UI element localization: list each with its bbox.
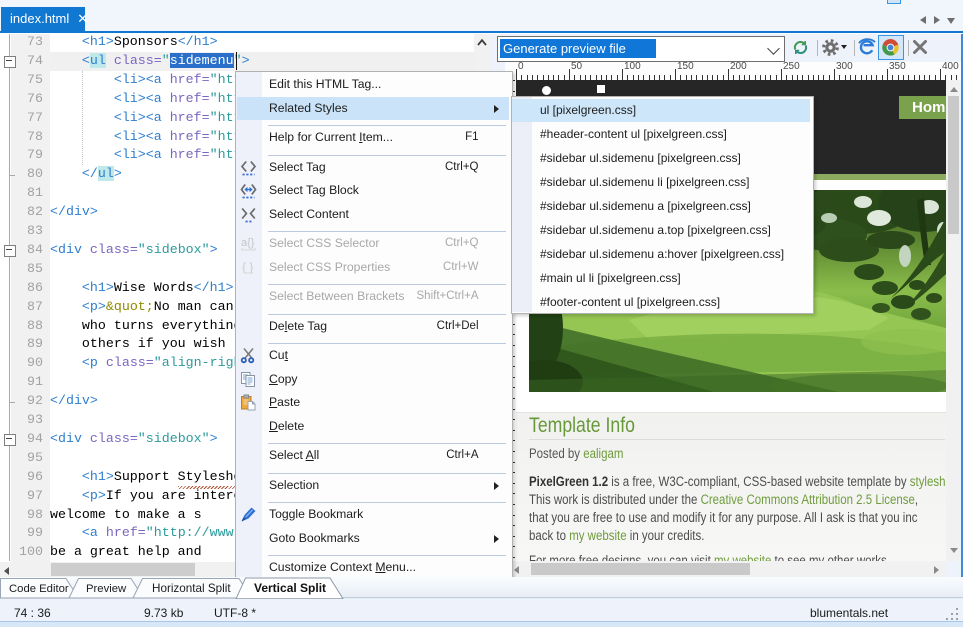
svg-text:Preview: Preview bbox=[86, 583, 127, 595]
svg-text:a{}: a{} bbox=[241, 237, 255, 249]
svg-text:{ }: { } bbox=[242, 260, 253, 274]
svg-text:Vertical Split: Vertical Split bbox=[254, 581, 326, 595]
svg-text:Horizontal Split: Horizontal Split bbox=[152, 582, 231, 595]
svg-text:Code Editor: Code Editor bbox=[9, 583, 69, 595]
